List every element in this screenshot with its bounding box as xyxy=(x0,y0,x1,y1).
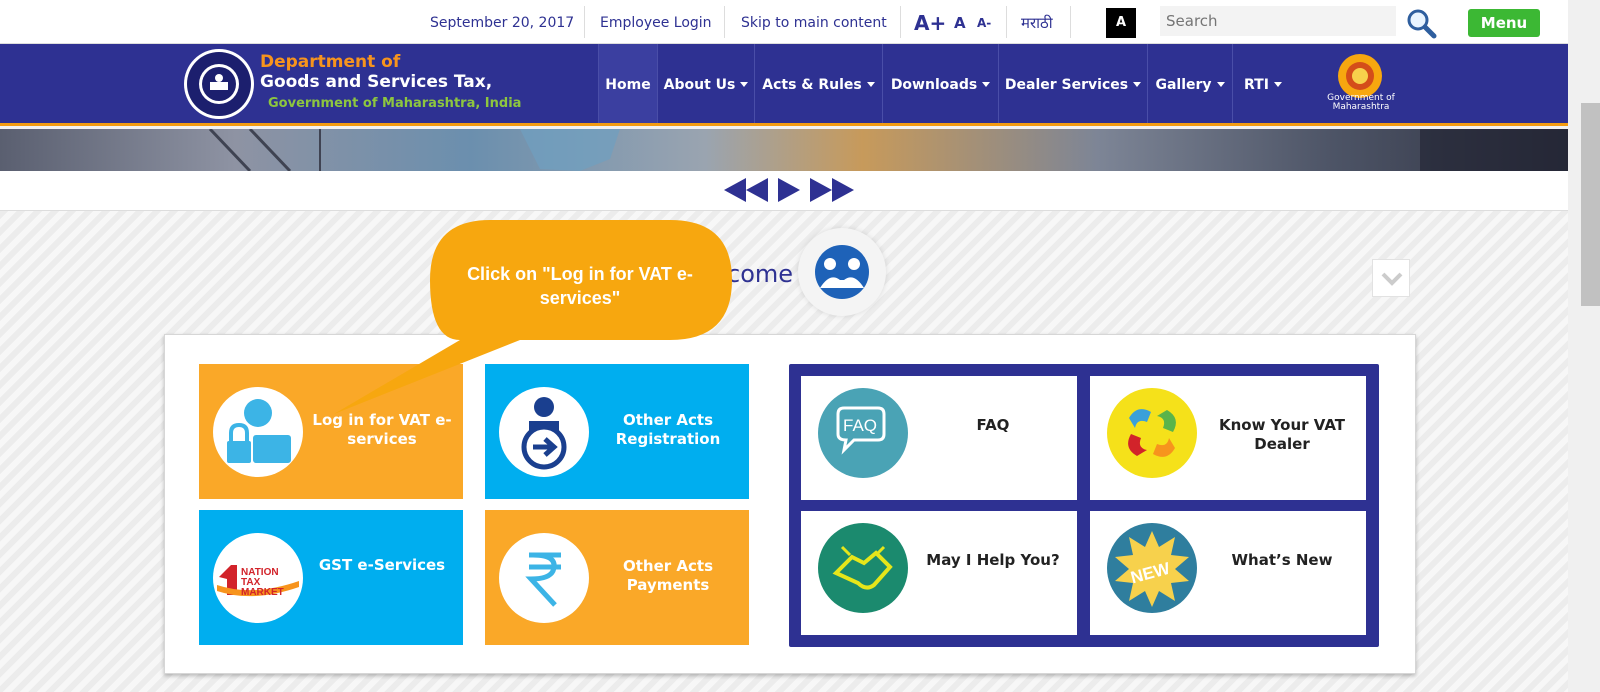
may-i-help-you-card[interactable]: May I Help You? xyxy=(801,511,1077,635)
other-acts-payments-tile[interactable]: Other Acts Payments xyxy=(485,510,749,645)
know-your-vat-dealer-card[interactable]: Know Your VAT Dealer xyxy=(1090,376,1366,500)
nav-downloads-label: Downloads xyxy=(890,77,978,93)
slider-controls xyxy=(0,171,1568,211)
gst-department-seal-icon[interactable] xyxy=(183,48,255,120)
gst-eservices-label: GST e-Services xyxy=(318,556,446,574)
divider xyxy=(584,6,585,38)
help-icon-circle xyxy=(818,523,908,613)
slider-play-icon[interactable] xyxy=(776,175,802,205)
nav-downloads[interactable]: Downloads xyxy=(883,44,998,123)
faq-icon-text: FAQ xyxy=(843,416,877,435)
nav-about-us-label: About Us xyxy=(663,77,736,93)
callout-instruction-text: Click on "Log in for VAT e-services" xyxy=(467,264,693,308)
logo-market-text: MARKET xyxy=(241,587,284,598)
department-title-line2: Goods and Services Tax, xyxy=(260,72,493,92)
nav-dealer-services-label: Dealer Services xyxy=(1004,77,1129,93)
caret-down-icon xyxy=(866,82,875,87)
caret-down-icon xyxy=(1216,82,1225,87)
divider xyxy=(1006,6,1007,38)
banner-graphic xyxy=(208,129,1568,171)
caret-down-icon xyxy=(1273,82,1282,87)
collapse-button[interactable] xyxy=(1372,259,1410,297)
faq-card[interactable]: FAQ FAQ xyxy=(801,376,1077,500)
divider xyxy=(900,6,901,38)
rupee-icon xyxy=(525,552,561,607)
nav-acts-rules-label: Acts & Rules xyxy=(762,77,862,93)
font-increase-button[interactable]: A+ xyxy=(914,0,946,44)
faq-icon: FAQ xyxy=(836,406,886,455)
search-input[interactable] xyxy=(1160,6,1396,36)
nav-gallery[interactable]: Gallery xyxy=(1148,44,1232,123)
login-user-icon xyxy=(227,399,291,463)
font-normal-button[interactable]: A xyxy=(954,0,966,44)
font-decrease-button[interactable]: A- xyxy=(977,0,991,44)
main-header: Department of Goods and Services Tax, Go… xyxy=(0,44,1568,126)
divider xyxy=(724,6,725,38)
new-burst-icon: NEW xyxy=(1115,531,1189,607)
nav-rti-label: RTI xyxy=(1244,77,1269,93)
nav-dealer-services[interactable]: Dealer Services xyxy=(999,44,1147,123)
contrast-button[interactable]: A xyxy=(1106,8,1136,38)
other-acts-payments-label: Other Acts Payments xyxy=(623,557,713,594)
tile-icon-circle xyxy=(213,387,303,477)
skip-to-content-link[interactable]: Skip to main content xyxy=(741,0,887,44)
whats-new-label: What’s New xyxy=(1231,551,1333,569)
government-of-maharashtra-label: Government of Maharashtra xyxy=(1327,93,1395,112)
welcome-badge xyxy=(798,228,886,316)
scrollbar-thumb[interactable] xyxy=(1581,103,1600,306)
nav-home-label: Home xyxy=(605,77,651,93)
handshake-icon xyxy=(832,545,893,590)
top-utility-bar: September 20, 2017 Employee Login Skip t… xyxy=(0,0,1568,44)
language-toggle[interactable]: मराठी xyxy=(1021,0,1053,44)
tile-icon-circle xyxy=(499,533,589,623)
government-subtitle: Government of Maharashtra, India xyxy=(268,96,522,111)
hands-puzzle-icon xyxy=(1128,409,1176,457)
menu-button[interactable]: Menu xyxy=(1468,9,1540,37)
caret-down-icon xyxy=(740,82,749,87)
faq-icon-circle: FAQ xyxy=(818,388,908,478)
may-i-help-you-label: May I Help You? xyxy=(926,551,1060,569)
hero-banner-image xyxy=(0,129,1568,171)
new-icon-circle: NEW xyxy=(1107,523,1197,613)
caret-down-icon xyxy=(982,82,991,87)
nav-acts-rules[interactable]: Acts & Rules xyxy=(755,44,882,123)
slider-next-icon[interactable] xyxy=(806,175,856,205)
quick-links-box: FAQ FAQ Know Your VAT Dealer May I Help … xyxy=(789,364,1379,647)
current-date: September 20, 2017 xyxy=(430,15,575,31)
nav-about-us[interactable]: About Us xyxy=(658,44,754,123)
department-title-line1: Department of xyxy=(260,52,401,72)
slider-previous-icon[interactable] xyxy=(722,175,772,205)
whats-new-card[interactable]: NEW What’s New xyxy=(1090,511,1366,635)
divider xyxy=(1070,6,1071,38)
employee-login-link[interactable]: Employee Login xyxy=(600,0,712,44)
handshake-people-icon xyxy=(815,245,869,299)
caret-down-icon xyxy=(1133,82,1142,87)
dealer-icon-circle xyxy=(1107,388,1197,478)
faq-label: FAQ xyxy=(976,416,1010,434)
gst-eservices-tile[interactable]: NATION TAX MARKET GST e-Services xyxy=(199,510,463,645)
one-nation-tax-market-icon: NATION TAX MARKET xyxy=(217,565,299,598)
chevron-down-icon xyxy=(1381,272,1403,286)
callout-bubble xyxy=(334,220,732,414)
nav-home[interactable]: Home xyxy=(599,44,657,123)
know-your-vat-dealer-label: Know Your VAT Dealer xyxy=(1218,416,1346,453)
search-icon[interactable] xyxy=(1404,6,1438,40)
nav-rti[interactable]: RTI xyxy=(1233,44,1293,123)
nav-gallery-label: Gallery xyxy=(1155,77,1212,93)
tile-icon-circle: NATION TAX MARKET xyxy=(213,533,303,623)
